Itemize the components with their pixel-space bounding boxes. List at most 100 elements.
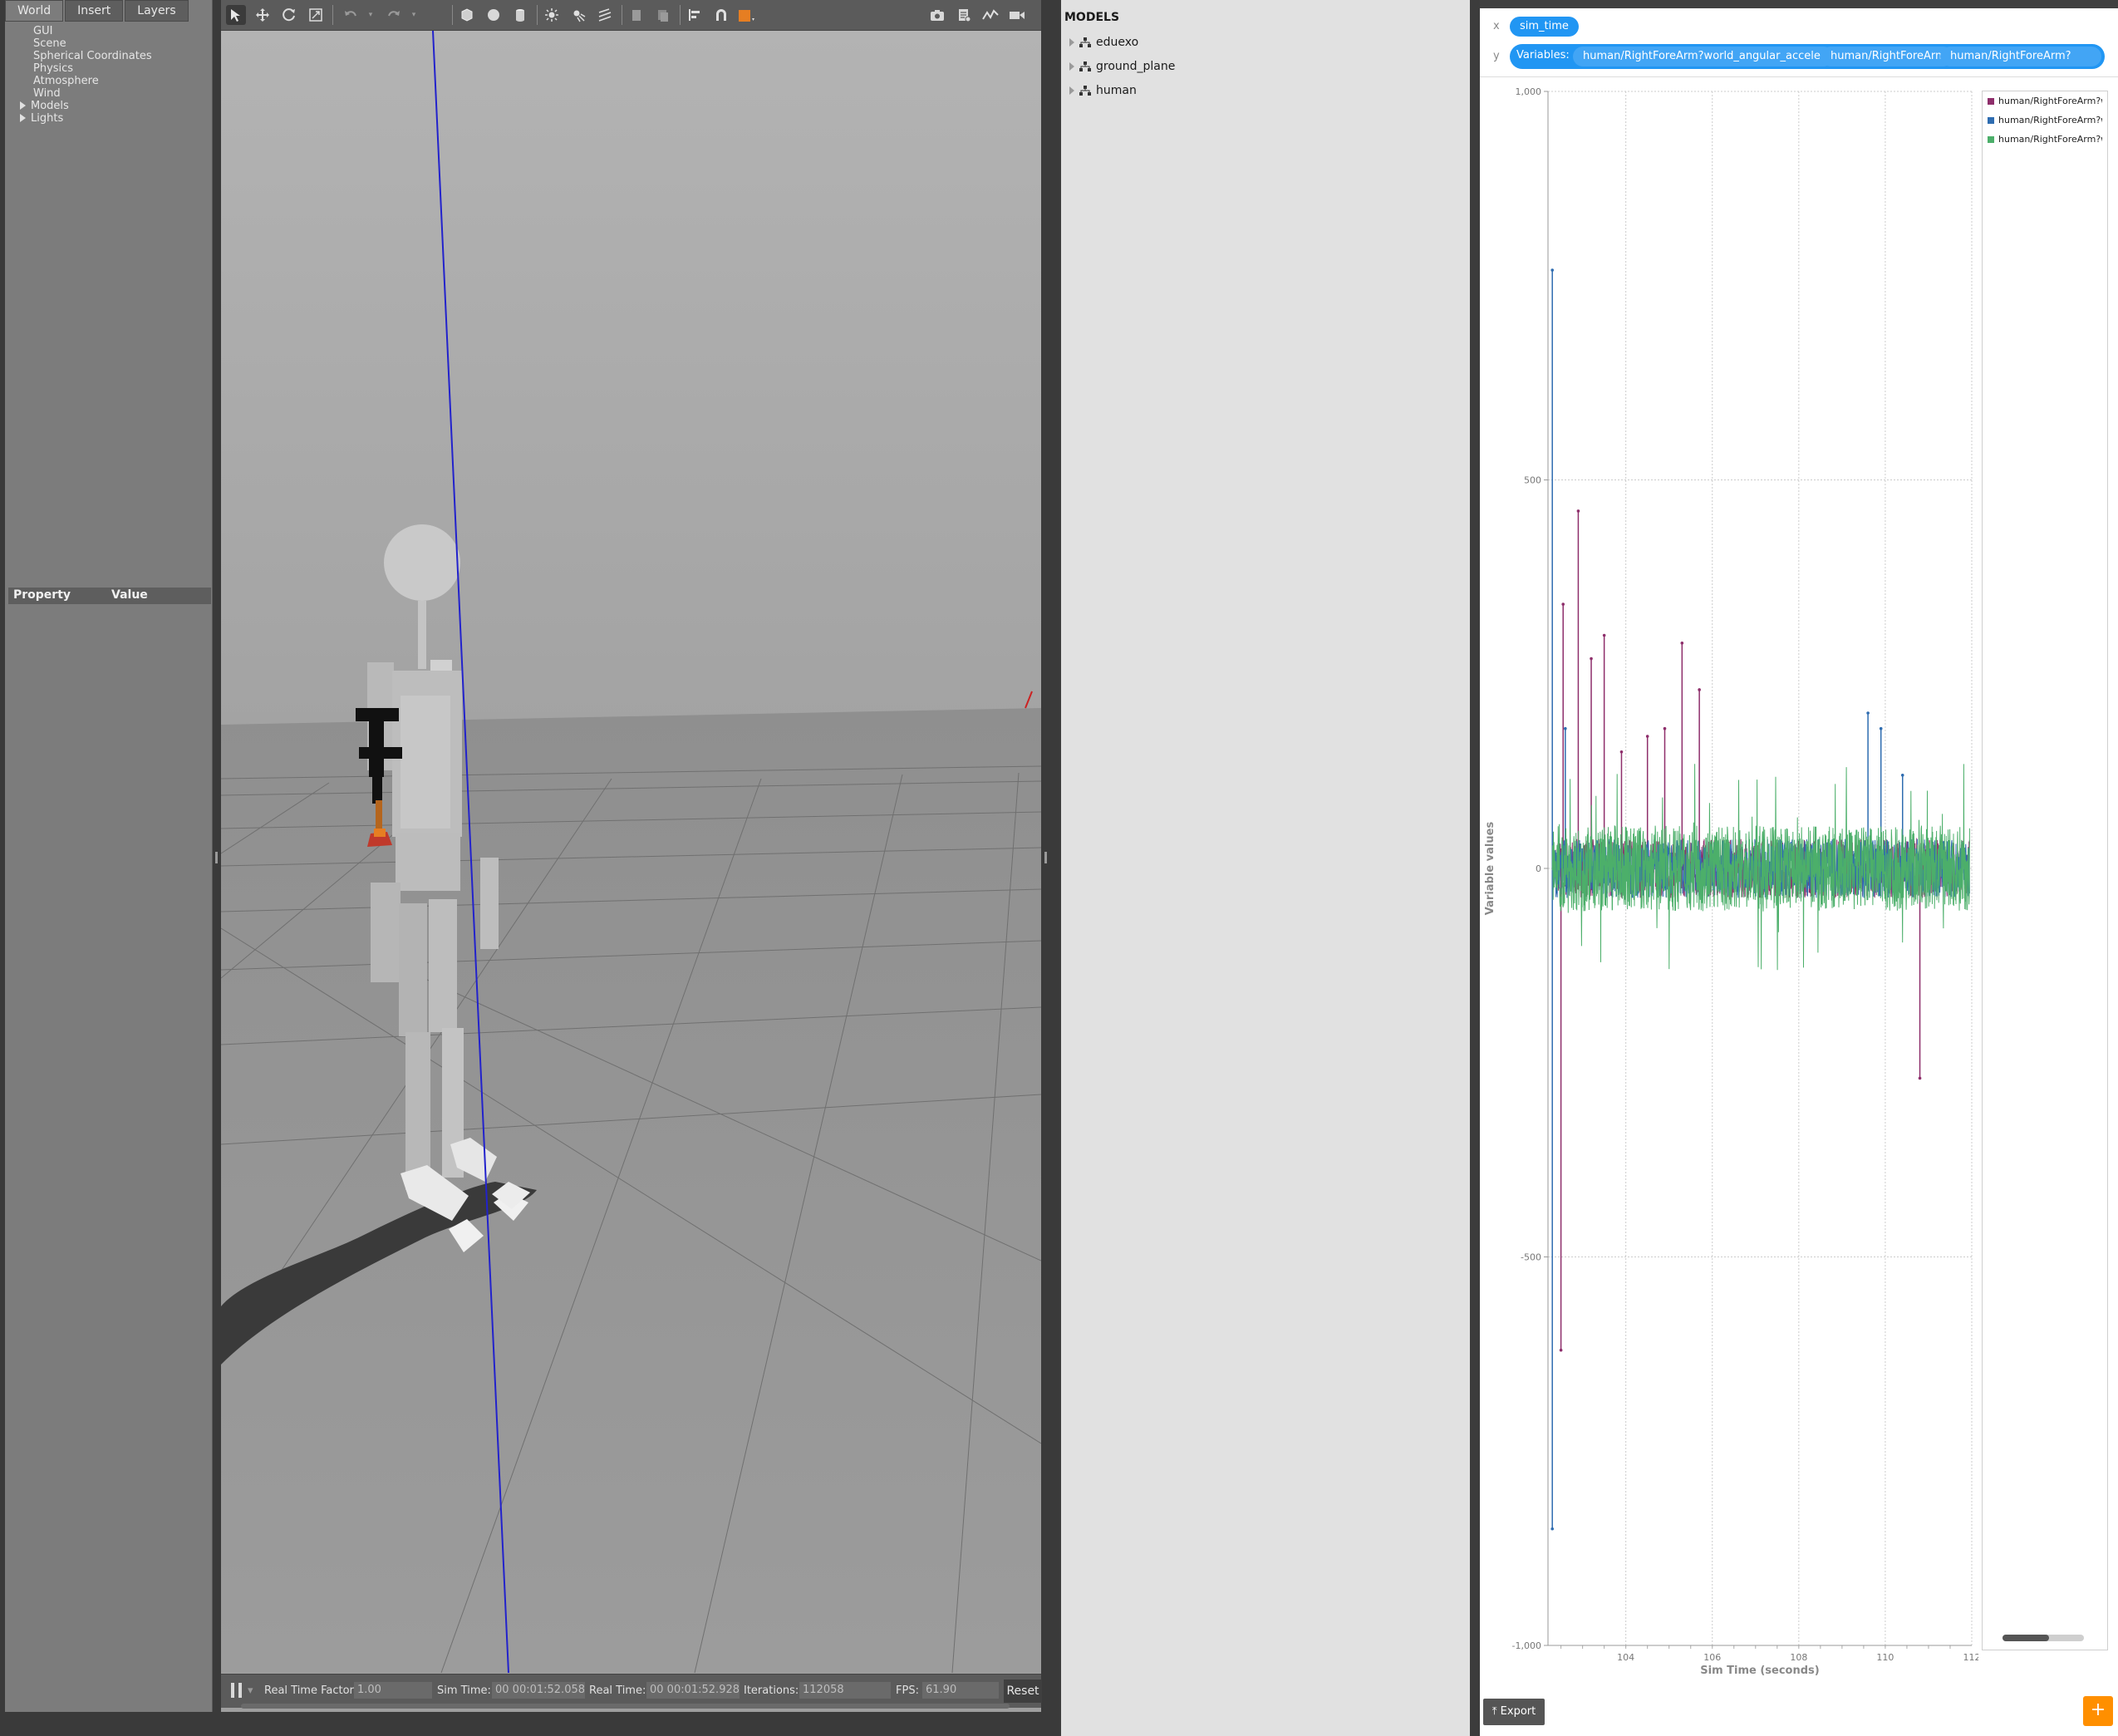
chart-legend: human/RightForeArm?wo human/RightForeArm… (1982, 91, 2108, 1650)
tree-item-scene[interactable]: Scene (17, 37, 152, 50)
x-tick-label: 108 (1790, 1652, 1807, 1663)
ground-plane (221, 708, 1041, 1673)
cylinder-shape-icon[interactable] (510, 5, 530, 25)
pause-icon[interactable] (231, 1683, 243, 1698)
variable-pill[interactable]: human/RightForeArm? (1821, 47, 1953, 66)
x-axis-title: Sim Time (seconds) (1700, 1665, 1819, 1677)
directional-light-icon[interactable] (595, 5, 615, 25)
tree-item-lights-label: Lights (31, 112, 64, 125)
expand-arrow-icon[interactable] (20, 114, 26, 122)
tree-item-wind[interactable]: Wind (17, 87, 152, 100)
y-tick-label: 500 (1524, 475, 1541, 486)
translate-icon[interactable] (253, 5, 273, 25)
y-tick-label: -1,000 (1512, 1640, 1541, 1651)
splitter-handle[interactable] (215, 852, 218, 863)
legend-scrollbar[interactable] (2003, 1635, 2084, 1641)
x-variable-pill[interactable]: sim_time (1510, 17, 1579, 37)
legend-item[interactable]: human/RightForeArm?wo (1988, 96, 2102, 106)
series-1-point (1561, 602, 1565, 606)
expand-arrow-icon[interactable] (1069, 62, 1074, 71)
series-2-point (1879, 726, 1883, 730)
tab-world[interactable]: World (5, 0, 64, 22)
spot-light-icon[interactable] (568, 5, 588, 25)
x-axis-selector: x sim_time (1480, 13, 2118, 42)
snap-icon[interactable] (711, 5, 731, 25)
tree-item-physics[interactable]: Physics (17, 62, 152, 75)
tree-item-gui[interactable]: GUI (17, 25, 152, 37)
expand-arrow-icon[interactable] (1069, 38, 1074, 47)
world-panel: World Insert Layers GUI Scene Spherical … (5, 0, 213, 1712)
reset-button[interactable]: Reset (1004, 1679, 1042, 1703)
y-axis-title: Variable values (1484, 822, 1496, 916)
iterations-value: 112058 (799, 1682, 891, 1699)
scene-render[interactable] (221, 31, 1041, 1673)
undo-icon[interactable] (341, 5, 361, 25)
copy-icon[interactable] (627, 5, 646, 25)
series-2-point (1866, 711, 1870, 715)
tab-layers[interactable]: Layers (125, 0, 189, 22)
series-1-point (1602, 633, 1606, 637)
expand-arrow-icon[interactable] (1069, 86, 1074, 95)
model-item-eduexo[interactable]: eduexo (1069, 36, 1139, 49)
toolbar-separator (537, 5, 538, 25)
select-arrow-icon[interactable] (226, 5, 246, 25)
tree-item-spherical-coordinates[interactable]: Spherical Coordinates (17, 50, 152, 62)
model-item-ground-plane[interactable]: ground_plane (1069, 60, 1176, 73)
3d-viewport[interactable]: ▾ ▾ ▾ Real Time Factor: 1.00 Sim Time: 0… (221, 0, 1042, 1712)
sphere-shape-icon[interactable] (484, 5, 504, 25)
view-angle-icon[interactable] (736, 5, 756, 25)
export-button[interactable]: ⤒ Export (1483, 1699, 1545, 1725)
tree-item-atmosphere[interactable]: Atmosphere (17, 75, 152, 87)
plot-window: x sim_time y Variables: human/RightForeA… (1480, 0, 2118, 1736)
models-panel-title: MODELS (1064, 11, 1120, 24)
log-icon[interactable] (954, 5, 974, 25)
x-tick-label: 110 (1876, 1652, 1894, 1663)
plot-icon[interactable] (980, 5, 1000, 25)
variable-pill[interactable]: human/RightForeArm? (1940, 47, 2101, 66)
rotate-icon[interactable] (279, 5, 299, 25)
tree-item-models[interactable]: Models (17, 100, 152, 112)
legend-item[interactable]: human/RightForeArm?wo (1988, 134, 2102, 145)
toolbar: ▾ ▾ (221, 0, 1041, 31)
scale-icon[interactable] (306, 5, 326, 25)
iterations-label: Iterations: (744, 1684, 799, 1697)
series-1-point (1576, 509, 1580, 513)
point-light-icon[interactable] (542, 5, 562, 25)
chart-plot-area[interactable]: 1,000 500 0 -500 -1,000 104 106 108 110 112 Sim Ti… (1480, 77, 1978, 1698)
y-tick-label: 0 (1536, 863, 1541, 874)
paste-icon[interactable] (653, 5, 673, 25)
model-item-label: eduexo (1096, 36, 1139, 49)
record-video-icon[interactable] (1007, 5, 1027, 25)
export-label: Export (1500, 1705, 1536, 1718)
box-shape-icon[interactable] (457, 5, 477, 25)
variable-pill[interactable]: human/RightForeArm?world_angular_acceler… (1573, 47, 1834, 66)
horizontal-scrollbar[interactable] (241, 1704, 1010, 1709)
series-2-point (1550, 268, 1555, 272)
model-item-label: human (1096, 84, 1137, 97)
fps-value: 61.90 (922, 1682, 999, 1699)
series-1-point (1698, 688, 1701, 691)
series-2-point (1550, 1527, 1555, 1531)
add-plot-button[interactable]: + (2083, 1696, 2113, 1726)
tab-insert[interactable]: Insert (65, 0, 124, 22)
step-dropdown-icon[interactable]: ▾ (248, 1684, 253, 1697)
legend-item[interactable]: human/RightForeArm?wo (1988, 115, 2102, 125)
variables-label: Variables: (1516, 49, 1570, 61)
splitter-handle[interactable] (1044, 852, 1047, 863)
screenshot-icon[interactable] (927, 5, 947, 25)
expand-arrow-icon[interactable] (20, 101, 26, 110)
value-column-header: Value (111, 588, 148, 602)
model-item-human[interactable]: human (1069, 84, 1137, 97)
toolbar-separator (680, 5, 681, 25)
y-variables-bar[interactable]: Variables: human/RightForeArm?world_angu… (1510, 44, 2105, 69)
model-item-label: ground_plane (1096, 60, 1176, 73)
undo-dropdown-icon[interactable]: ▾ (361, 5, 381, 25)
tree-item-lights[interactable]: Lights (17, 112, 152, 125)
redo-icon[interactable] (384, 5, 404, 25)
sky-background (221, 31, 1041, 725)
series-1-point (1619, 750, 1624, 754)
align-icon[interactable] (685, 5, 705, 25)
chart-frame: 1,000 500 0 -500 -1,000 104 106 108 110 112 Sim Ti… (1480, 76, 2118, 1689)
sim-time-label: Sim Time: (437, 1684, 491, 1697)
redo-dropdown-icon[interactable]: ▾ (404, 5, 424, 25)
